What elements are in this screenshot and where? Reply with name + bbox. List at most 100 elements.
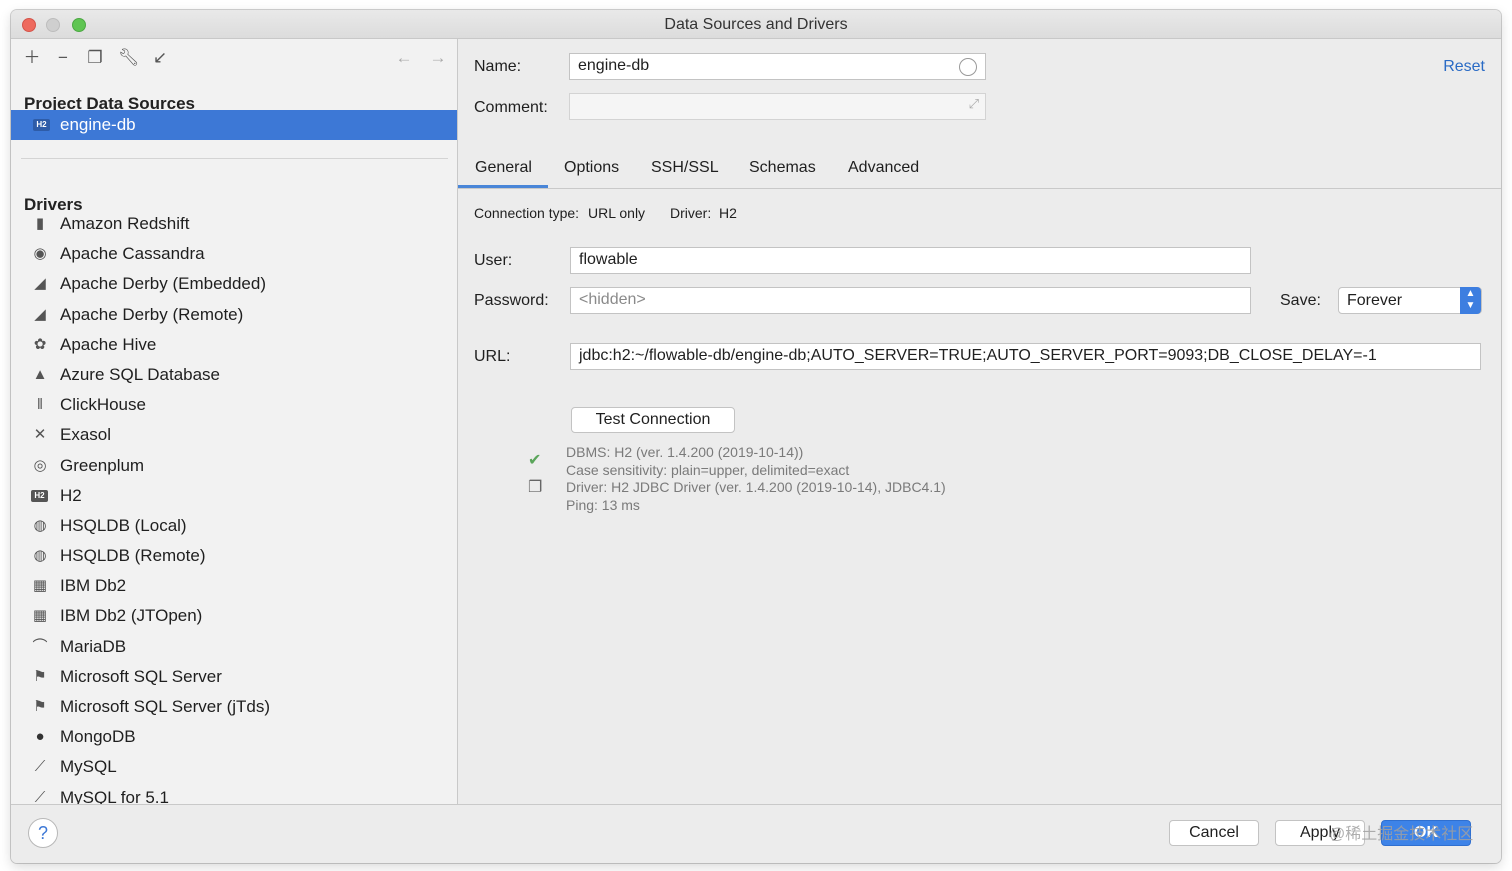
mongodb-icon: ● [35, 728, 45, 746]
chevron-updown-icon: ▲ ▼ [1460, 287, 1481, 314]
mssql-icon: ⚑ [33, 698, 47, 715]
driver-label: ClickHouse [60, 395, 146, 415]
divider [21, 158, 448, 159]
data-source-label: engine-db [60, 115, 136, 134]
result-driver: Driver: H2 JDBC Driver (ver. 1.4.200 (20… [566, 479, 946, 495]
name-value: engine-db [578, 57, 650, 74]
driver-label: Microsoft SQL Server (jTds) [60, 697, 271, 716]
derby-icon: ◢ [34, 275, 46, 293]
result-ping: Ping: 13 ms [566, 497, 640, 513]
driver-item[interactable]: ◍ HSQLDB (Local) [11, 511, 457, 541]
save-label: Save: [1280, 292, 1321, 309]
check-icon: ✔ [528, 452, 542, 469]
cancel-button[interactable]: Cancel [1169, 820, 1259, 846]
mssql-icon: ⚑ [33, 667, 47, 685]
mariadb-icon: ⌒ [32, 637, 48, 655]
azure-icon: ▲ [32, 365, 48, 383]
driver-label: Apache Derby (Embedded) [60, 274, 267, 294]
driver-label: MySQL for 5.1 [60, 787, 169, 804]
driver-label: Apache Cassandra [60, 244, 205, 264]
user-field[interactable]: flowable [570, 247, 1251, 274]
url-field[interactable]: jdbc:h2:~/flowable-db/engine-db;AUTO_SER… [570, 343, 1481, 370]
driver-label: HSQLDB (Remote) [60, 546, 206, 566]
copy-icon[interactable]: ❐ [528, 477, 542, 497]
save-select-value: Forever [1347, 292, 1403, 309]
password-field[interactable]: <hidden> [570, 287, 1251, 314]
driver-item[interactable]: ✿ Apache Hive [11, 330, 457, 360]
reset-link[interactable]: Reset [1443, 58, 1485, 76]
driver-label: IBM Db2 (JTOpen) [60, 606, 203, 626]
add-icon[interactable]: ＋ [22, 48, 42, 68]
exasol-icon: ✕ [33, 426, 47, 444]
driver-label: MariaDB [60, 636, 127, 656]
driver-item[interactable]: ⟋ MySQL for 5.1 [11, 783, 457, 804]
tab-options[interactable]: Options [564, 159, 619, 177]
result-dbms: DBMS: H2 (ver. 1.4.200 (2019-10-14)) [566, 444, 804, 460]
driver-item[interactable]: ✕ Exasol [11, 420, 457, 450]
driver-label: Apache Derby (Remote) [60, 304, 244, 324]
driver-item[interactable]: ⚑ Microsoft SQL Server (jTds) [11, 692, 457, 722]
driver-item[interactable]: ⌒ MariaDB [11, 632, 457, 662]
forward-arrow-icon[interactable]: → [428, 48, 448, 68]
db2-icon: ▦ [32, 607, 48, 625]
name-label: Name: [474, 58, 522, 75]
tab-general[interactable]: General [475, 159, 532, 177]
driver-label: Greenplum [60, 455, 145, 475]
connection-type-label: Connection type: [474, 205, 580, 221]
tab-ssh-ssl[interactable]: SSH/SSL [651, 159, 719, 177]
expand-icon[interactable]: ⤢ [969, 96, 979, 112]
driver-label: Microsoft SQL Server [60, 666, 222, 686]
duplicate-icon[interactable]: ❐ [85, 48, 105, 68]
help-button[interactable]: ? [28, 818, 58, 848]
driver-item[interactable]: ▮ Amazon Redshift [11, 209, 457, 239]
driver-item[interactable]: ◢ Apache Derby (Embedded) [11, 269, 457, 299]
comment-label: Comment: [474, 99, 548, 116]
greenplum-icon: ◎ [33, 456, 47, 474]
drivers-list: ▮ Amazon Redshift ◉ Apache Cassandra ◢ Apac… [11, 209, 457, 804]
comment-field[interactable]: ⤢ [569, 93, 986, 120]
driver-item[interactable]: ⚑ Microsoft SQL Server [11, 662, 457, 692]
tab-advanced[interactable]: Advanced [848, 159, 919, 177]
h2-icon: H2 [31, 487, 49, 505]
bottom-bar: ? Cancel Apply OK @稀土掘金技术社区 [11, 804, 1501, 863]
h2-icon: H2 [33, 119, 50, 131]
save-select[interactable]: Forever ▲ ▼ [1338, 287, 1482, 314]
driver-label: Driver: [670, 205, 712, 221]
url-label: URL: [474, 348, 511, 365]
driver-item[interactable]: ▦ IBM Db2 (JTOpen) [11, 601, 457, 631]
driver-item[interactable]: H2 H2 [11, 481, 457, 511]
driver-label: MySQL [60, 757, 117, 777]
driver-item[interactable]: ◍ HSQLDB (Remote) [11, 541, 457, 571]
driver-item[interactable]: ▦ IBM Db2 [11, 571, 457, 601]
data-source-item-engine-db[interactable]: H2 engine-db [11, 110, 457, 140]
title-bar: Data Sources and Drivers [11, 10, 1501, 39]
driver-item[interactable]: ◉ Apache Cassandra [11, 239, 457, 269]
password-label: Password: [474, 292, 549, 309]
redshift-icon: ▮ [35, 215, 45, 232]
driver-item[interactable]: ‖ ClickHouse [11, 390, 457, 420]
derby-icon: ◢ [34, 305, 46, 323]
left-panel: ＋ − ❐ 🔧︎ ↙ ← → Project Data Sources H2 e… [11, 39, 458, 804]
driver-item[interactable]: ◢ Apache Derby (Remote) [11, 300, 457, 330]
driver-label: Exasol [60, 425, 112, 445]
window-title: Data Sources and Drivers [664, 16, 848, 33]
driver-item[interactable]: ◎ Greenplum [11, 451, 457, 481]
remove-icon[interactable]: − [53, 48, 73, 68]
driver-label: IBM Db2 [60, 576, 127, 596]
right-panel: Name: engine-db Reset Comment: ⤢ General… [458, 39, 1501, 804]
driver-item[interactable]: ▲ Azure SQL Database [11, 360, 457, 390]
driver-link[interactable]: H2 [719, 205, 737, 221]
back-arrow-icon[interactable]: ← [394, 48, 414, 68]
result-case-sensitivity: Case sensitivity: plain=upper, delimited… [566, 462, 850, 478]
driver-item[interactable]: ⟋ MySQL [11, 752, 457, 782]
driver-item[interactable]: ● MongoDB [11, 722, 457, 752]
connection-type-link[interactable]: URL only [588, 205, 645, 221]
import-icon[interactable]: ↙ [150, 48, 170, 68]
color-picker-icon[interactable] [959, 58, 977, 76]
tab-schemas[interactable]: Schemas [749, 159, 816, 177]
name-field[interactable]: engine-db [569, 53, 986, 80]
wrench-icon[interactable]: 🔧︎ [118, 48, 140, 68]
test-connection-button[interactable]: Test Connection [571, 407, 735, 433]
hive-icon: ✿ [33, 335, 47, 353]
driver-label: Amazon Redshift [60, 214, 190, 233]
